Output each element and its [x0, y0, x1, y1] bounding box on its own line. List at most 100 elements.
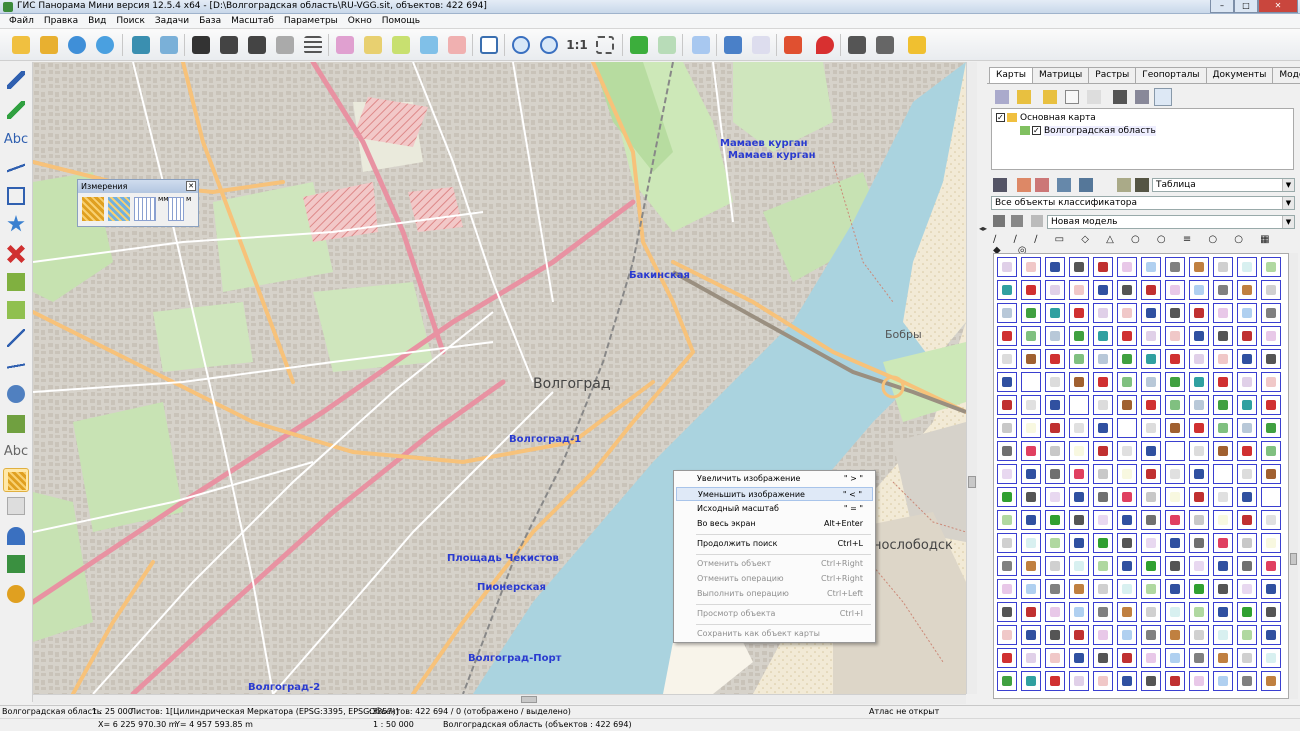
symbol-cell[interactable] — [1189, 303, 1209, 323]
symbol-cell[interactable] — [1165, 372, 1185, 392]
erase-tool[interactable] — [3, 494, 29, 518]
symbol-cell[interactable] — [1141, 326, 1161, 346]
symbol-cell[interactable] — [1189, 441, 1209, 461]
symbol-cell[interactable] — [1213, 395, 1233, 415]
fit-window-button[interactable] — [592, 32, 618, 58]
measure-distance-button[interactable] — [82, 197, 104, 221]
symbol-cell[interactable] — [1261, 395, 1281, 415]
symbol-cell[interactable] — [1189, 556, 1209, 576]
text-tool-2[interactable]: Abc — [3, 440, 29, 464]
symbol-cell[interactable] — [1045, 441, 1065, 461]
symbol-cell[interactable] — [1069, 533, 1089, 553]
symbol-cell[interactable] — [1165, 257, 1185, 277]
menu-window[interactable]: Окно — [343, 14, 377, 28]
find-disabled-button[interactable] — [272, 32, 298, 58]
map-image-tool[interactable] — [3, 552, 29, 576]
symbol-cell[interactable] — [1141, 510, 1161, 530]
menu-edit[interactable]: Правка — [39, 14, 83, 28]
symbol-cell[interactable] — [1021, 441, 1041, 461]
symbol-cell[interactable] — [1237, 533, 1257, 553]
symbol-cell[interactable] — [1045, 257, 1065, 277]
polyline-tool[interactable] — [3, 156, 29, 180]
symbol-cell[interactable] — [1141, 257, 1161, 277]
symbol-cell[interactable] — [1261, 441, 1281, 461]
menu-item-redo-operation[interactable]: Выполнить операцию Ctrl+Left — [676, 587, 873, 601]
symbol-cell[interactable] — [1261, 579, 1281, 599]
measure-table-m-button[interactable] — [168, 197, 184, 221]
symbol-cell[interactable] — [1045, 349, 1065, 369]
paint-button[interactable] — [780, 32, 806, 58]
menu-item-original-scale[interactable]: Исходный масштаб " = " — [676, 502, 873, 516]
symbol-cell[interactable] — [1117, 441, 1137, 461]
symbol-cell[interactable] — [1213, 349, 1233, 369]
symbol-cell[interactable] — [1045, 464, 1065, 484]
symbol-cell[interactable] — [997, 533, 1017, 553]
symbol-cell[interactable] — [997, 303, 1017, 323]
symbol-cell[interactable] — [1117, 326, 1137, 346]
help-button[interactable] — [904, 32, 930, 58]
symbol-cell[interactable] — [997, 326, 1017, 346]
horizontal-scroll-thumb[interactable] — [521, 696, 537, 703]
symbol-cell[interactable] — [997, 418, 1017, 438]
vertical-scroll-thumb[interactable] — [968, 476, 976, 488]
text-tool[interactable]: Abc — [3, 128, 29, 152]
symbol-cell[interactable] — [1213, 441, 1233, 461]
symbol-cell[interactable] — [1261, 602, 1281, 622]
symbol-cell[interactable] — [1165, 303, 1185, 323]
symbol-cell[interactable] — [1213, 326, 1233, 346]
symbol-cell[interactable] — [1141, 441, 1161, 461]
symbol-cell[interactable] — [1213, 556, 1233, 576]
symbol-cell[interactable] — [1093, 671, 1113, 691]
measure-window-titlebar[interactable]: Измерения ✕ — [78, 180, 198, 193]
model-icon-1[interactable] — [993, 215, 1005, 227]
symbol-cell[interactable] — [1045, 625, 1065, 645]
symbol-cell[interactable] — [1141, 556, 1161, 576]
symbol-cell[interactable] — [1237, 257, 1257, 277]
tab-rasters[interactable]: Растры — [1088, 67, 1137, 83]
select-object-button[interactable] — [360, 32, 386, 58]
menu-item-continue-search[interactable]: Продолжить поиск Ctrl+L — [676, 537, 873, 551]
symbol-cell[interactable] — [1045, 372, 1065, 392]
symbol-cell[interactable] — [1069, 602, 1089, 622]
root-checkbox[interactable]: ✓ — [996, 113, 1005, 122]
symbol-cell[interactable] — [1141, 487, 1161, 507]
symbol-cell[interactable] — [997, 556, 1017, 576]
symbol-cell[interactable] — [1021, 418, 1041, 438]
symbol-cell[interactable] — [1021, 372, 1041, 392]
list-button[interactable] — [300, 32, 326, 58]
symbol-cell[interactable] — [1093, 372, 1113, 392]
symbol-cell[interactable] — [1117, 533, 1137, 553]
symbol-cell[interactable] — [1021, 579, 1041, 599]
symbol-cell[interactable] — [1045, 395, 1065, 415]
symbol-cell[interactable] — [1021, 510, 1041, 530]
globe-settings-button[interactable] — [92, 32, 118, 58]
vertex-tool[interactable] — [3, 354, 29, 378]
pointer-button[interactable] — [688, 32, 714, 58]
legend-list-icon[interactable] — [1135, 178, 1149, 192]
open-map-button[interactable] — [8, 32, 34, 58]
zoom-out-button[interactable] — [508, 32, 534, 58]
symbol-cell[interactable] — [1093, 602, 1113, 622]
print-icon[interactable] — [1057, 178, 1071, 192]
symbol-cell[interactable] — [1021, 303, 1041, 323]
add-folder-icon[interactable] — [1043, 90, 1057, 104]
layers-stack-icon[interactable] — [993, 178, 1007, 192]
symbol-cell[interactable] — [1021, 395, 1041, 415]
add-doc-icon[interactable] — [1065, 90, 1079, 104]
add-point-tool[interactable] — [3, 412, 29, 436]
symbol-cell[interactable] — [1261, 418, 1281, 438]
symbol-cell[interactable] — [1117, 257, 1137, 277]
symbol-cell[interactable] — [1189, 487, 1209, 507]
symbol-cell[interactable] — [1189, 464, 1209, 484]
symbol-cell[interactable] — [997, 349, 1017, 369]
symbol-cell[interactable] — [997, 257, 1017, 277]
rectangle-tool[interactable] — [3, 184, 29, 208]
symbol-cell[interactable] — [997, 579, 1017, 599]
add-map-button[interactable] — [36, 32, 62, 58]
symbol-cell[interactable] — [1141, 280, 1161, 300]
symbol-cell[interactable] — [1069, 326, 1089, 346]
shape-tools-row[interactable]: ∕ ∕ ∕ ▭ ◇ △ ○ ○ ≡ ○ ○ ▦ ◆ ◎ — [993, 234, 1293, 256]
symbol-cell[interactable] — [997, 671, 1017, 691]
menu-base[interactable]: База — [194, 14, 226, 28]
settings-tool[interactable] — [3, 582, 29, 606]
